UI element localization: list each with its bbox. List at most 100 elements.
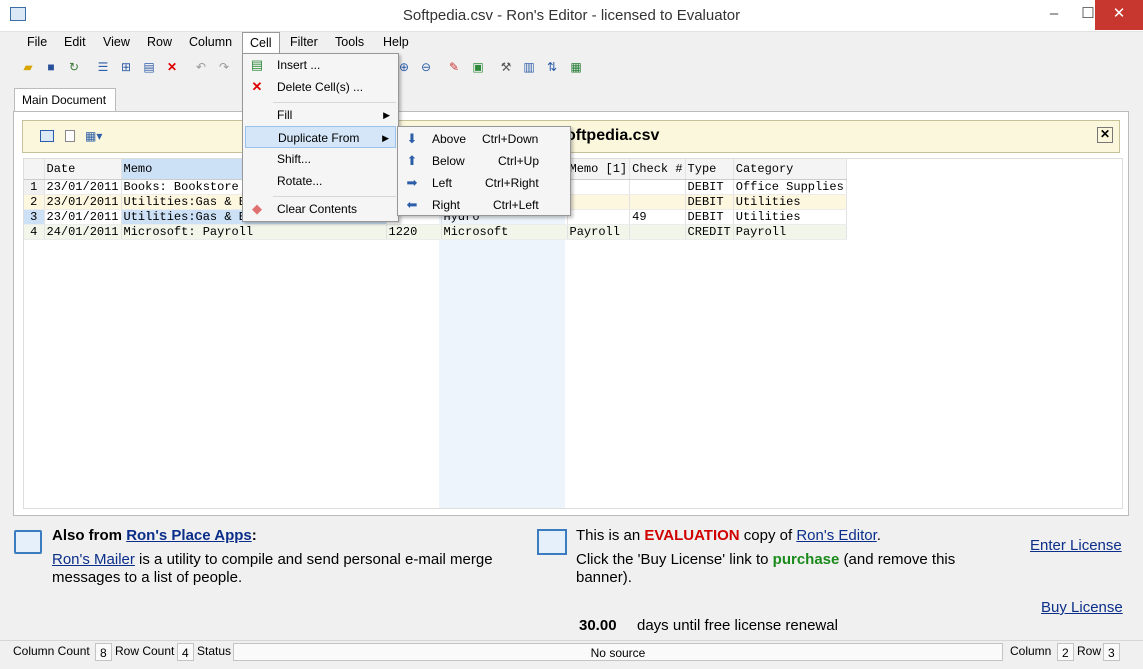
cell[interactable]: Microsoft: Payroll	[121, 224, 387, 240]
rons-mailer-link[interactable]: Ron's Mailer	[52, 551, 135, 568]
row-number[interactable]: 4	[24, 224, 45, 240]
purchase-notice: Click the 'Buy License' link to purchase…	[576, 551, 956, 586]
menu-filter[interactable]: Filter	[283, 32, 325, 54]
close-button[interactable]: ✕	[1095, 0, 1143, 30]
menu-item-rotate[interactable]: Rotate...	[245, 170, 396, 192]
menu-item-duplicate-from[interactable]: Duplicate From ▶	[245, 126, 396, 148]
menu-cell[interactable]: Cell	[242, 32, 280, 54]
row-number[interactable]: 1	[24, 179, 45, 195]
cell[interactable]: Utilities	[733, 209, 847, 225]
menu-file[interactable]: File	[20, 32, 54, 54]
redo-icon[interactable]: ↷	[216, 59, 232, 75]
submenu-arrow-icon: ▶	[382, 133, 389, 143]
table-row[interactable]: 4 24/01/2011 Microsoft: Payroll 1220 Mic…	[24, 224, 847, 240]
insert-row-icon[interactable]: ☰	[95, 59, 111, 75]
zoom-out-icon[interactable]: ⊖	[418, 59, 434, 75]
data-grid[interactable]: Date Memo Memo [1] Check # Type Category…	[23, 158, 1123, 509]
cell[interactable]: DEBIT	[685, 194, 734, 210]
copy-row-icon[interactable]: ▤	[141, 59, 157, 75]
cell[interactable]: 23/01/2011	[44, 179, 122, 195]
cell[interactable]	[629, 194, 686, 210]
arrow-left-icon: ⬅	[406, 197, 418, 212]
undo-icon[interactable]: ↶	[193, 59, 209, 75]
header-check[interactable]: Check #	[629, 159, 686, 180]
toolbar: ▰ ■ ↻ ☰ ⊞ ▤ ✕ ↶ ↷ ⊕ ⊖ ✎ ▣ ⚒ ▥ ⇅ ▦	[0, 55, 1143, 81]
menu-row[interactable]: Row	[140, 32, 179, 54]
tab-main-document[interactable]: Main Document	[14, 88, 116, 112]
cell[interactable]: Utilities	[733, 194, 847, 210]
submenu-item-above[interactable]: ⬇ Above Ctrl+Down	[400, 128, 568, 150]
save-icon[interactable]: ■	[43, 59, 59, 75]
text-view-icon[interactable]	[65, 130, 75, 142]
header-date[interactable]: Date	[44, 159, 122, 180]
window-title: Softpedia.csv - Ron's Editor - licensed …	[402, 7, 741, 24]
open-icon[interactable]: ▰	[20, 59, 36, 75]
menu-item-shift[interactable]: Shift...	[245, 148, 396, 170]
arrow-down-icon: ⬇	[406, 131, 418, 146]
export-excel-icon[interactable]: ▦	[568, 59, 584, 75]
edit-icon[interactable]: ✎	[446, 59, 462, 75]
cell[interactable]: 49	[629, 209, 686, 225]
cell[interactable]: Payroll	[733, 224, 847, 240]
cell[interactable]: DEBIT	[685, 179, 734, 195]
ronsplace-apps-link[interactable]: Ron's Place Apps	[126, 527, 252, 544]
evaluation-banner: Also from Ron's Place Apps: Ron's Mailer…	[0, 518, 1143, 640]
corner-cell[interactable]	[24, 159, 45, 180]
cell[interactable]: DEBIT	[685, 209, 734, 225]
close-document-button[interactable]: ✕	[1097, 127, 1113, 143]
delete-icon[interactable]: ✕	[164, 59, 180, 75]
submenu-item-below[interactable]: ⬆ Below Ctrl+Up	[400, 150, 568, 172]
cell[interactable]: Office Supplies	[733, 179, 847, 195]
cell[interactable]: Microsoft	[441, 224, 568, 240]
cell[interactable]	[567, 194, 631, 210]
menu-column[interactable]: Column	[182, 32, 239, 54]
row-number[interactable]: 3	[24, 209, 45, 225]
header-memo-1[interactable]: Memo [1]	[567, 159, 631, 180]
rons-editor-link[interactable]: Ron's Editor	[796, 527, 876, 544]
submenu-item-right[interactable]: ⬅ Right Ctrl+Left	[400, 194, 568, 216]
cell[interactable]: Payroll	[567, 224, 631, 240]
header-category[interactable]: Category	[733, 159, 847, 180]
submenu-arrow-icon: ▶	[383, 110, 390, 120]
menu-item-clear-contents[interactable]: ◆ Clear Contents	[245, 198, 396, 220]
submenu-item-left[interactable]: ➡ Left Ctrl+Right	[400, 172, 568, 194]
menu-help[interactable]: Help	[376, 32, 416, 54]
document-panel: ▦▾ oftpedia.csv ✕ Date Memo Memo [1] Che…	[13, 111, 1129, 516]
filter-icon[interactable]: ▣	[470, 59, 486, 75]
cell[interactable]: 24/01/2011	[44, 224, 122, 240]
header-type[interactable]: Type	[685, 159, 734, 180]
sort-icon[interactable]: ⇅	[544, 59, 560, 75]
refresh-icon[interactable]: ↻	[66, 59, 82, 75]
column-count-value: 8	[95, 643, 112, 661]
cell[interactable]	[629, 224, 686, 240]
menu-item-insert[interactable]: ▤ Insert ...	[245, 54, 396, 76]
cell[interactable]	[567, 179, 631, 195]
menu-item-delete-cells[interactable]: ✕ Delete Cell(s) ...	[245, 76, 396, 98]
menu-view[interactable]: View	[96, 32, 137, 54]
also-from-line: Also from Ron's Place Apps:	[52, 527, 257, 544]
tools-icon[interactable]: ⚒	[498, 59, 514, 75]
buy-license-link[interactable]: Buy License	[1041, 599, 1123, 616]
enter-license-link[interactable]: Enter License	[1030, 537, 1122, 554]
cell[interactable]	[629, 179, 686, 195]
delete-cells-icon: ✕	[251, 79, 263, 94]
title-bar: Softpedia.csv - Ron's Editor - licensed …	[0, 0, 1143, 32]
cell[interactable]: 23/01/2011	[44, 194, 122, 210]
menu-item-fill[interactable]: Fill ▶	[245, 104, 396, 126]
cell[interactable]	[567, 209, 631, 225]
insert-cells-icon: ▤	[250, 57, 264, 72]
layout-dropdown-icon[interactable]: ▦▾	[85, 129, 102, 143]
grid-view-icon[interactable]	[40, 130, 54, 142]
status-label: Status	[197, 644, 232, 658]
menu-edit[interactable]: Edit	[57, 32, 93, 54]
minimize-button[interactable]: –	[1037, 0, 1071, 30]
add-row-icon[interactable]: ⊞	[118, 59, 134, 75]
cell[interactable]: CREDIT	[685, 224, 734, 240]
columns-icon[interactable]: ▥	[521, 59, 537, 75]
menu-tools[interactable]: Tools	[328, 32, 371, 54]
row-number[interactable]: 2	[24, 194, 45, 210]
duplicate-from-submenu: ⬇ Above Ctrl+Down ⬆ Below Ctrl+Up ➡ Left…	[397, 126, 571, 216]
cell[interactable]: 23/01/2011	[44, 209, 122, 225]
cell[interactable]: 1220	[386, 224, 442, 240]
editor-icon	[537, 529, 567, 555]
